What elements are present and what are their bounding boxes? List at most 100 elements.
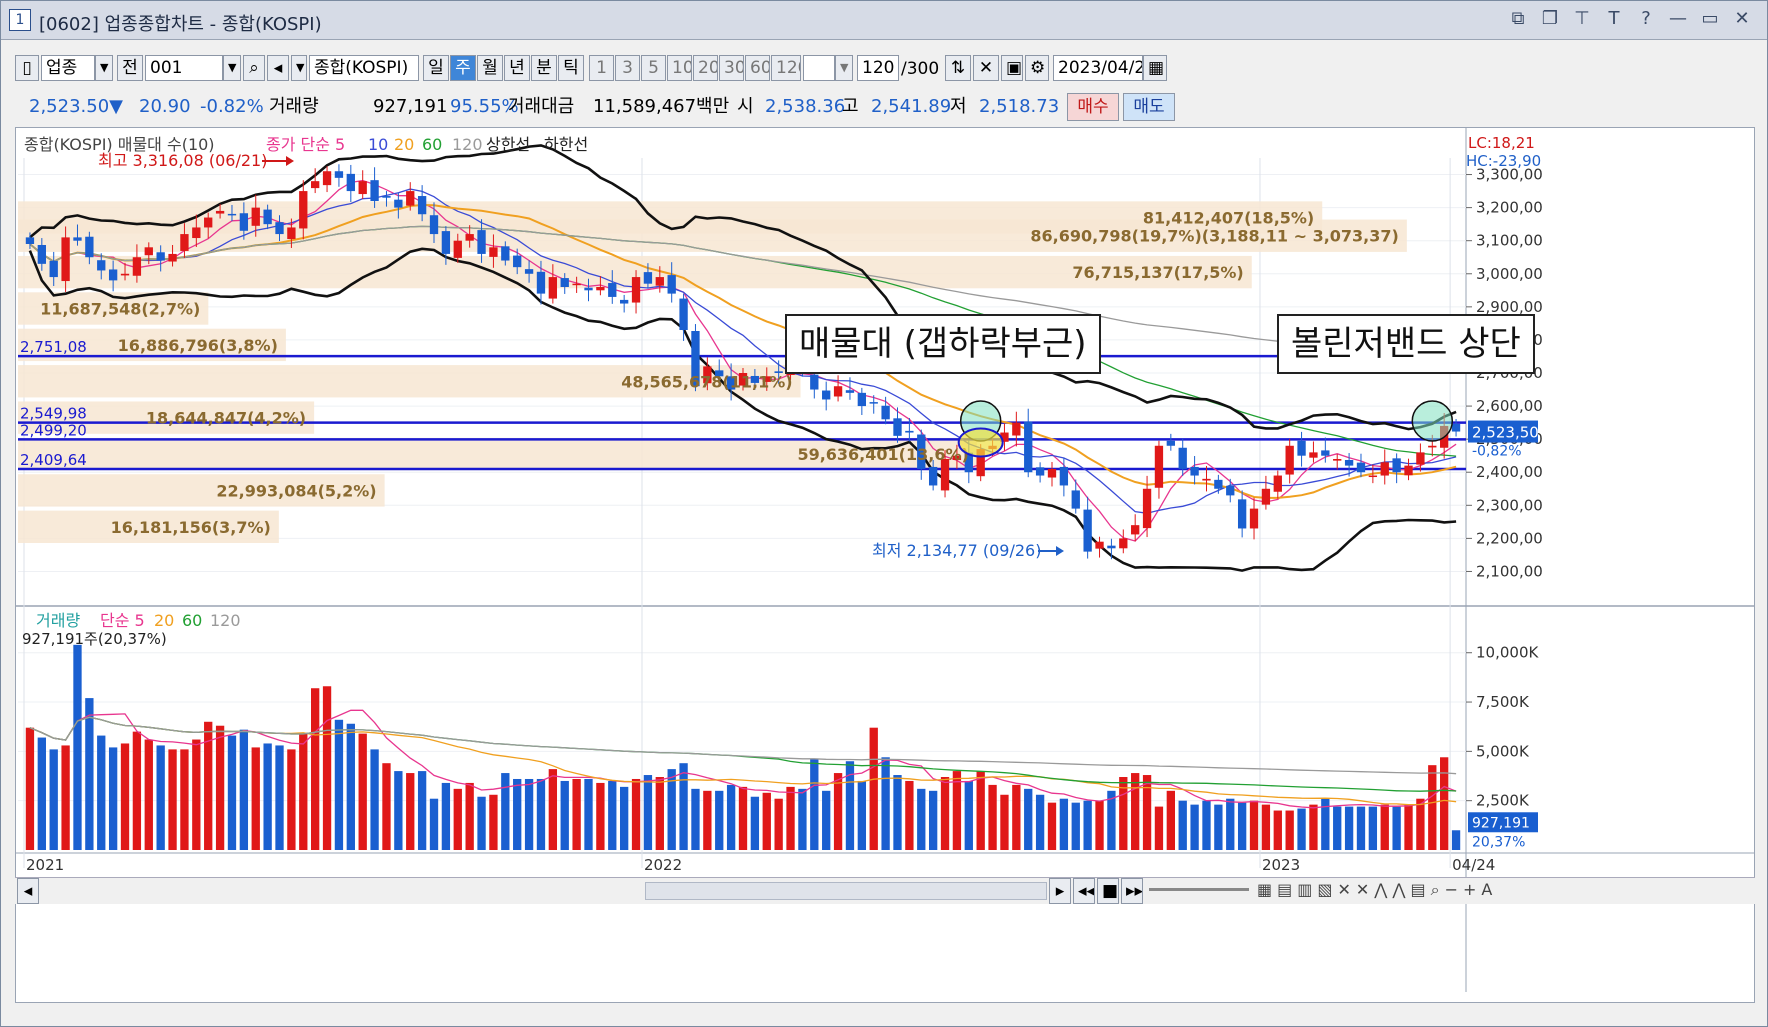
period-day-button[interactable]: 일	[423, 55, 449, 81]
volume-bar	[1440, 757, 1449, 850]
rewind-icon[interactable]: ◂◂	[1073, 878, 1095, 904]
buy-button[interactable]: 매수	[1067, 93, 1119, 121]
candle-body	[1095, 541, 1104, 549]
volume-label: 거래량	[269, 96, 319, 117]
chevron-down-icon[interactable]: ▼	[291, 55, 307, 81]
font-icon[interactable]: T	[1603, 8, 1625, 29]
legend-hc: HC:-23,90	[1466, 152, 1541, 170]
index-name-field[interactable]: 종합(KOSPI)	[309, 55, 419, 81]
compare-icon[interactable]: ⇅	[945, 55, 971, 81]
candle-body	[905, 430, 914, 433]
link-icon[interactable]: ⧉	[1507, 8, 1529, 29]
chart-area[interactable]: 3,300,00 3,200,00 3,100,00 3,000,00 2,900,00…	[15, 127, 1755, 1003]
save-icon[interactable]: ▣	[1001, 55, 1023, 81]
volume-bar	[1333, 806, 1342, 850]
date-input[interactable]: 2023/04/24	[1053, 55, 1143, 81]
gear-icon[interactable]: ⚙	[1025, 55, 1049, 81]
volume-bar	[465, 782, 474, 850]
speaker-icon[interactable]: ◂	[267, 55, 289, 81]
chevron-down-icon[interactable]: ▼	[95, 55, 113, 81]
interval-3-button[interactable]: 3	[615, 55, 640, 81]
volume-bar	[501, 773, 510, 850]
interval-input[interactable]	[803, 55, 835, 81]
crosshair-icon[interactable]: ✕	[973, 55, 999, 81]
candle-body	[334, 171, 344, 178]
current-change-tag-text: -0,82%	[1472, 444, 1522, 460]
count-input[interactable]: 120	[857, 55, 899, 81]
scope-button[interactable]: 전	[117, 55, 143, 81]
candle-body	[1178, 447, 1187, 469]
candle-body	[61, 237, 70, 282]
period-month-button[interactable]: 월	[477, 55, 503, 81]
candle-body	[97, 260, 106, 271]
interval-10-button[interactable]: 10	[667, 55, 692, 81]
scroll-left-icon[interactable]: ◂	[17, 878, 39, 904]
copy-icon[interactable]: ❐	[1539, 8, 1561, 29]
pin-icon[interactable]: ⊤	[1571, 8, 1593, 29]
interval-5-button[interactable]: 5	[641, 55, 666, 81]
interval-30-button[interactable]: 30	[719, 55, 744, 81]
candle-body	[1012, 422, 1021, 436]
volume-bar	[108, 747, 118, 850]
highlight-circle	[1411, 400, 1454, 442]
volume-legend-value: 927,191주(20,37%)	[22, 630, 167, 648]
volume-bar	[750, 796, 760, 850]
volume-bar	[655, 777, 664, 850]
volume-tick-label: 7,500K	[1476, 693, 1530, 711]
price-tick-label: 3,000,00	[1476, 265, 1543, 283]
volume-profile-label: 11,687,548(2,7%)	[40, 300, 200, 319]
search-icon[interactable]: ⌕	[243, 55, 265, 81]
layout-icon[interactable]: ▯	[15, 55, 39, 81]
volume-bar	[132, 731, 142, 850]
period-week-button[interactable]: 주	[450, 55, 476, 81]
candle-body	[524, 269, 534, 274]
volume-bar	[489, 794, 498, 850]
legend-lc: LC:18,21	[1468, 134, 1535, 152]
code-input[interactable]: 001	[145, 55, 223, 81]
chevron-down-icon[interactable]: ▼	[223, 55, 241, 81]
candle-body	[928, 466, 938, 486]
candle-body	[548, 277, 558, 299]
window-number: 1	[9, 9, 31, 31]
volume-profile-label: 48,565,678(11,1%)	[621, 372, 792, 391]
period-minute-button[interactable]: 분	[531, 55, 557, 81]
drawing-tools[interactable]: ▦▤▥▧✕✕⋀⋀▤⌕−+A	[1257, 880, 1497, 900]
interval-60-button[interactable]: 60	[745, 55, 770, 81]
highlight-ellipse	[957, 427, 1004, 458]
legend-ma-10: 10	[368, 135, 388, 154]
scroll-thumb[interactable]	[645, 882, 1047, 900]
help-icon[interactable]: ?	[1635, 8, 1657, 29]
volume-bar	[928, 790, 938, 850]
title-bar[interactable]: 1 [0602] 업종종합차트 - 종합(KOSPI) ⧉ ❐ ⊤ T ? — …	[1, 1, 1767, 40]
candle-body	[679, 298, 688, 330]
calendar-icon[interactable]: ▦	[1143, 55, 1167, 81]
chevron-down-icon[interactable]: ▼	[835, 55, 853, 81]
sell-button[interactable]: 매도	[1123, 93, 1175, 121]
interval-1-button[interactable]: 1	[589, 55, 614, 81]
maximize-icon[interactable]: ▭	[1699, 8, 1721, 29]
price-volume-chart[interactable]: 3,300,003,200,003,100,003,000,002,900,00…	[16, 128, 1754, 992]
candle-body	[239, 213, 249, 231]
window-controls: ⧉ ❐ ⊤ T ? — ▭ ✕	[1507, 8, 1753, 29]
stop-icon[interactable]: ■	[1097, 878, 1119, 904]
play-icon[interactable]: ▸	[1049, 878, 1071, 904]
period-tick-button[interactable]: 틱	[558, 55, 584, 81]
candle-body	[1083, 509, 1092, 552]
candle-body	[655, 277, 664, 286]
zoom-slider[interactable]	[1149, 888, 1249, 891]
candle-body	[346, 173, 355, 192]
period-year-button[interactable]: 년	[504, 55, 530, 81]
volume-bar	[215, 725, 225, 850]
minimize-icon[interactable]: —	[1667, 8, 1689, 29]
interval-120-button[interactable]: 120	[771, 55, 801, 81]
close-icon[interactable]: ✕	[1731, 8, 1753, 29]
interval-20-button[interactable]: 20	[693, 55, 718, 81]
volume-bar	[631, 778, 641, 850]
volume-bar	[833, 773, 843, 850]
chart-window: 1 [0602] 업종종합차트 - 종합(KOSPI) ⧉ ❐ ⊤ T ? — …	[0, 0, 1768, 1027]
volume-bar	[1024, 788, 1033, 850]
market-type-select[interactable]: 업종	[41, 55, 95, 81]
date-tick-label: 2021	[26, 856, 64, 874]
date-tick-label: 2023	[1262, 856, 1300, 874]
forward-icon[interactable]: ▸▸	[1121, 878, 1143, 904]
